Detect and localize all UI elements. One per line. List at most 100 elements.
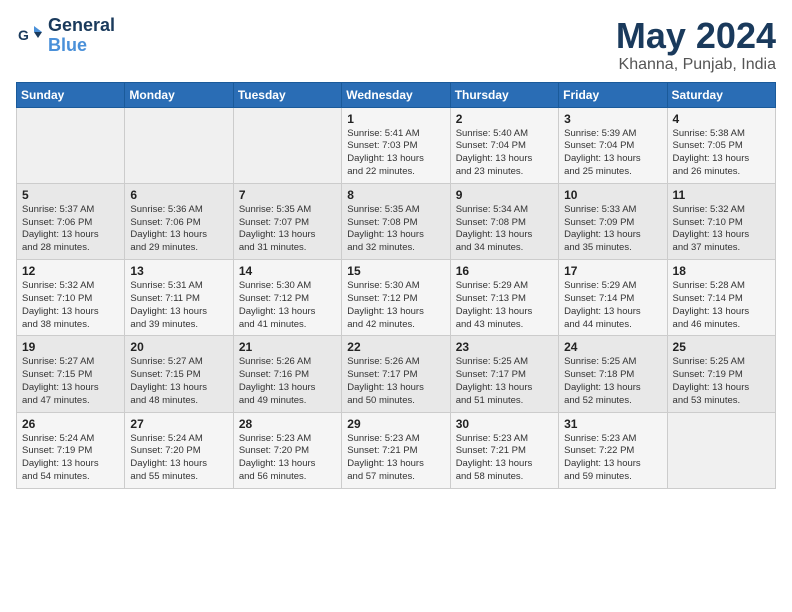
day-info: Sunrise: 5:29 AM Sunset: 7:14 PM Dayligh…	[564, 280, 661, 331]
day-number: 11	[673, 188, 770, 202]
calendar-cell: 13 Sunrise: 5:31 AM Sunset: 7:11 PM Dayli…	[125, 260, 233, 336]
day-number: 7	[239, 188, 336, 202]
day-info: Sunrise: 5:41 AM Sunset: 7:03 PM Dayligh…	[347, 128, 444, 179]
calendar-cell: 11Sunrise: 5:32 AM Sunset: 7:10 PM Dayli…	[667, 183, 775, 259]
day-number: 3	[564, 112, 661, 126]
day-info: Sunrise: 5:36 AM Sunset: 7:06 PM Dayligh…	[130, 204, 227, 255]
calendar-cell: 20 Sunrise: 5:27 AM Sunset: 7:15 PM Dayli…	[125, 336, 233, 412]
day-info: Sunrise: 5:24 AM Sunset: 7:20 PM Dayligh…	[130, 433, 227, 484]
calendar-cell: 22 Sunrise: 5:26 AM Sunset: 7:17 PM Dayli…	[342, 336, 450, 412]
calendar-cell: 5 Sunrise: 5:37 AM Sunset: 7:06 PM Daylig…	[17, 183, 125, 259]
day-number: 26	[22, 417, 119, 431]
day-number: 1	[347, 112, 444, 126]
weekday-header: Thursday	[450, 82, 558, 107]
day-number: 18	[673, 264, 770, 278]
weekday-header: Tuesday	[233, 82, 341, 107]
day-info: Sunrise: 5:26 AM Sunset: 7:17 PM Dayligh…	[347, 356, 444, 407]
day-number: 22	[347, 340, 444, 354]
calendar-cell: 31Sunrise: 5:23 AM Sunset: 7:22 PM Dayli…	[559, 412, 667, 488]
calendar-cell: 1 Sunrise: 5:41 AM Sunset: 7:03 PM Daylig…	[342, 107, 450, 183]
day-number: 25	[673, 340, 770, 354]
calendar-cell: 21Sunrise: 5:26 AM Sunset: 7:16 PM Dayli…	[233, 336, 341, 412]
calendar-cell: 17 Sunrise: 5:29 AM Sunset: 7:14 PM Dayli…	[559, 260, 667, 336]
day-info: Sunrise: 5:37 AM Sunset: 7:06 PM Dayligh…	[22, 204, 119, 255]
location: Khanna, Punjab, India	[616, 56, 776, 74]
calendar-cell: 27Sunrise: 5:24 AM Sunset: 7:20 PM Dayli…	[125, 412, 233, 488]
day-info: Sunrise: 5:39 AM Sunset: 7:04 PM Dayligh…	[564, 128, 661, 179]
calendar-cell: 19Sunrise: 5:27 AM Sunset: 7:15 PM Dayli…	[17, 336, 125, 412]
day-info: Sunrise: 5:26 AM Sunset: 7:16 PM Dayligh…	[239, 356, 336, 407]
day-info: Sunrise: 5:40 AM Sunset: 7:04 PM Dayligh…	[456, 128, 553, 179]
calendar-cell: 2 Sunrise: 5:40 AM Sunset: 7:04 PM Daylig…	[450, 107, 558, 183]
day-number: 17	[564, 264, 661, 278]
day-info: Sunrise: 5:35 AM Sunset: 7:07 PM Dayligh…	[239, 204, 336, 255]
calendar-week-row: 1 Sunrise: 5:41 AM Sunset: 7:03 PM Daylig…	[17, 107, 776, 183]
day-info: Sunrise: 5:34 AM Sunset: 7:08 PM Dayligh…	[456, 204, 553, 255]
day-info: Sunrise: 5:31 AM Sunset: 7:11 PM Dayligh…	[130, 280, 227, 331]
day-number: 4	[673, 112, 770, 126]
weekday-header: Friday	[559, 82, 667, 107]
logo: G General Blue	[16, 16, 115, 56]
calendar-cell: 16Sunrise: 5:29 AM Sunset: 7:13 PM Dayli…	[450, 260, 558, 336]
calendar-cell: 18 Sunrise: 5:28 AM Sunset: 7:14 PM Dayli…	[667, 260, 775, 336]
calendar-cell: 4Sunrise: 5:38 AM Sunset: 7:05 PM Daylig…	[667, 107, 775, 183]
day-info: Sunrise: 5:32 AM Sunset: 7:10 PM Dayligh…	[22, 280, 119, 331]
day-number: 30	[456, 417, 553, 431]
day-number: 2	[456, 112, 553, 126]
day-number: 20	[130, 340, 227, 354]
month-title: May 2024	[616, 16, 776, 56]
day-number: 24	[564, 340, 661, 354]
calendar-cell: 29 Sunrise: 5:23 AM Sunset: 7:21 PM Dayli…	[342, 412, 450, 488]
day-info: Sunrise: 5:23 AM Sunset: 7:21 PM Dayligh…	[456, 433, 553, 484]
calendar-cell: 6 Sunrise: 5:36 AM Sunset: 7:06 PM Daylig…	[125, 183, 233, 259]
day-info: Sunrise: 5:23 AM Sunset: 7:21 PM Dayligh…	[347, 433, 444, 484]
day-number: 12	[22, 264, 119, 278]
day-number: 31	[564, 417, 661, 431]
day-info: Sunrise: 5:27 AM Sunset: 7:15 PM Dayligh…	[22, 356, 119, 407]
calendar-cell: 10 Sunrise: 5:33 AM Sunset: 7:09 PM Dayli…	[559, 183, 667, 259]
calendar-cell: 14Sunrise: 5:30 AM Sunset: 7:12 PM Dayli…	[233, 260, 341, 336]
day-info: Sunrise: 5:27 AM Sunset: 7:15 PM Dayligh…	[130, 356, 227, 407]
calendar-table: SundayMondayTuesdayWednesdayThursdayFrid…	[16, 82, 776, 489]
day-number: 29	[347, 417, 444, 431]
title-block: May 2024 Khanna, Punjab, India	[616, 16, 776, 74]
day-info: Sunrise: 5:28 AM Sunset: 7:14 PM Dayligh…	[673, 280, 770, 331]
calendar-cell: 8 Sunrise: 5:35 AM Sunset: 7:08 PM Daylig…	[342, 183, 450, 259]
day-info: Sunrise: 5:24 AM Sunset: 7:19 PM Dayligh…	[22, 433, 119, 484]
weekday-header-row: SundayMondayTuesdayWednesdayThursdayFrid…	[17, 82, 776, 107]
calendar-cell: 9 Sunrise: 5:34 AM Sunset: 7:08 PM Daylig…	[450, 183, 558, 259]
calendar-week-row: 12 Sunrise: 5:32 AM Sunset: 7:10 PM Dayli…	[17, 260, 776, 336]
day-info: Sunrise: 5:29 AM Sunset: 7:13 PM Dayligh…	[456, 280, 553, 331]
day-info: Sunrise: 5:35 AM Sunset: 7:08 PM Dayligh…	[347, 204, 444, 255]
day-info: Sunrise: 5:33 AM Sunset: 7:09 PM Dayligh…	[564, 204, 661, 255]
page-header: G General Blue May 2024 Khanna, Punjab, …	[16, 16, 776, 74]
day-number: 9	[456, 188, 553, 202]
calendar-cell: 23 Sunrise: 5:25 AM Sunset: 7:17 PM Dayli…	[450, 336, 558, 412]
weekday-header: Monday	[125, 82, 233, 107]
day-number: 5	[22, 188, 119, 202]
calendar-cell: 3 Sunrise: 5:39 AM Sunset: 7:04 PM Daylig…	[559, 107, 667, 183]
day-number: 10	[564, 188, 661, 202]
calendar-cell	[667, 412, 775, 488]
day-number: 6	[130, 188, 227, 202]
day-info: Sunrise: 5:25 AM Sunset: 7:18 PM Dayligh…	[564, 356, 661, 407]
calendar-cell	[233, 107, 341, 183]
calendar-cell: 24 Sunrise: 5:25 AM Sunset: 7:18 PM Dayli…	[559, 336, 667, 412]
day-number: 8	[347, 188, 444, 202]
day-number: 23	[456, 340, 553, 354]
day-info: Sunrise: 5:25 AM Sunset: 7:17 PM Dayligh…	[456, 356, 553, 407]
calendar-cell: 12 Sunrise: 5:32 AM Sunset: 7:10 PM Dayli…	[17, 260, 125, 336]
calendar-week-row: 26 Sunrise: 5:24 AM Sunset: 7:19 PM Dayli…	[17, 412, 776, 488]
calendar-cell	[17, 107, 125, 183]
day-info: Sunrise: 5:30 AM Sunset: 7:12 PM Dayligh…	[347, 280, 444, 331]
day-number: 13	[130, 264, 227, 278]
weekday-header: Wednesday	[342, 82, 450, 107]
calendar-week-row: 5 Sunrise: 5:37 AM Sunset: 7:06 PM Daylig…	[17, 183, 776, 259]
calendar-body: 1 Sunrise: 5:41 AM Sunset: 7:03 PM Daylig…	[17, 107, 776, 488]
day-number: 28	[239, 417, 336, 431]
svg-text:G: G	[18, 27, 29, 43]
day-number: 15	[347, 264, 444, 278]
calendar-cell: 30 Sunrise: 5:23 AM Sunset: 7:21 PM Dayli…	[450, 412, 558, 488]
calendar-cell: 26 Sunrise: 5:24 AM Sunset: 7:19 PM Dayli…	[17, 412, 125, 488]
calendar-cell: 7 Sunrise: 5:35 AM Sunset: 7:07 PM Daylig…	[233, 183, 341, 259]
